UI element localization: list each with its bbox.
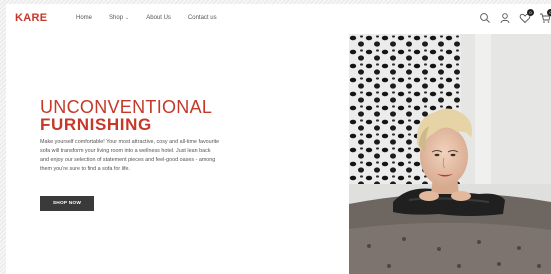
nav-contact[interactable]: Contact us: [188, 14, 217, 22]
main-nav: Home Shop ⌄ About Us Contact us: [76, 14, 234, 22]
chevron-down-icon: ⌄: [125, 15, 130, 21]
shop-now-button[interactable]: SHOP NOW: [40, 196, 94, 211]
nav-about[interactable]: About Us: [146, 14, 171, 22]
hero-image: [349, 34, 551, 274]
cart-count-badge: 0: [547, 9, 551, 16]
logo-text: KARE: [15, 12, 48, 24]
page: KARE Home Shop ⌄ About Us Contact us 0 0…: [6, 4, 551, 274]
cart-icon[interactable]: 0: [539, 9, 551, 24]
hero-title-line1: UNCONVENTIONAL: [40, 97, 213, 117]
hero-description: Make yourself comfortable! Your most att…: [40, 139, 220, 172]
hero-title-line2: FURNISHING: [40, 115, 152, 134]
nav-shop[interactable]: Shop ⌄: [109, 14, 129, 22]
site-logo[interactable]: KARE: [15, 12, 47, 25]
nav-shop-label: Shop: [109, 15, 124, 21]
heart-icon[interactable]: 0: [519, 9, 534, 24]
site-header: KARE Home Shop ⌄ About Us Contact us 0 0: [6, 4, 551, 34]
nav-home[interactable]: Home: [76, 14, 92, 22]
user-icon[interactable]: [499, 12, 511, 24]
search-icon[interactable]: [479, 12, 491, 24]
wishlist-count-badge: 0: [527, 9, 534, 16]
header-actions: 0 0: [471, 9, 551, 25]
